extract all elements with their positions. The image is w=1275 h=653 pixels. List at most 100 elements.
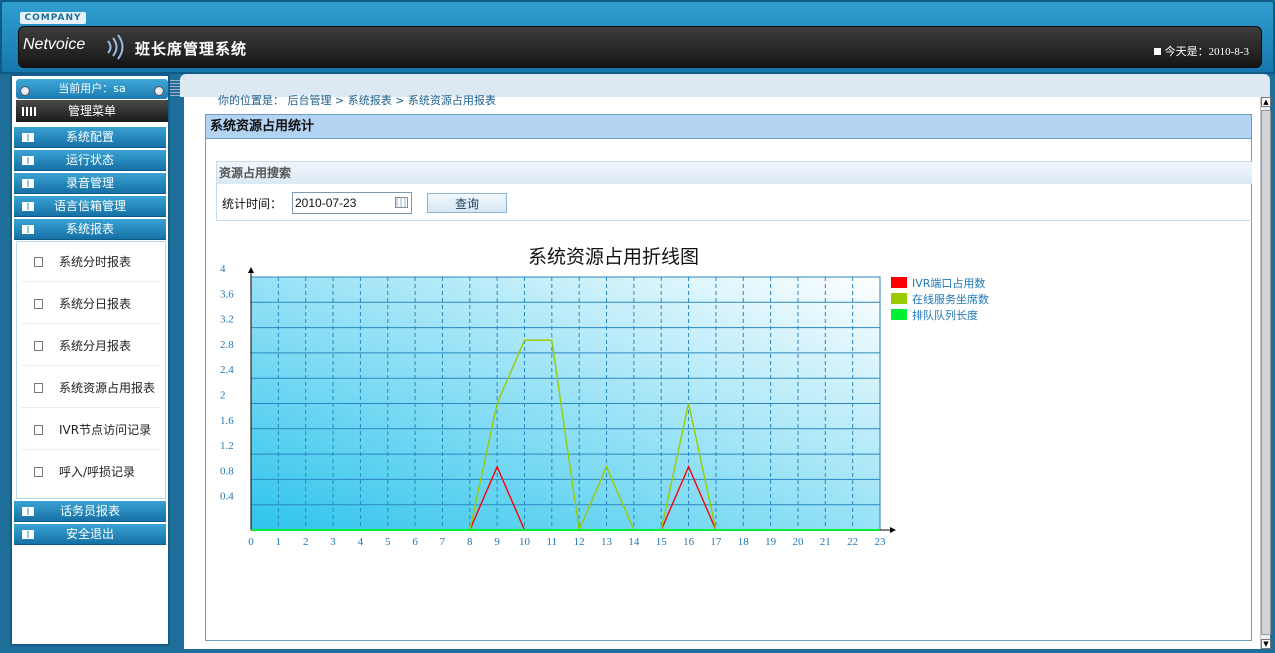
pin-icon bbox=[154, 86, 164, 96]
splitter-handle[interactable] bbox=[170, 80, 180, 98]
scrollbar-thumb[interactable] bbox=[1261, 110, 1271, 635]
page-title: 系统资源占用统计 bbox=[206, 115, 1251, 139]
x-tick-label: 5 bbox=[385, 536, 391, 548]
resource-stats-panel: 系统资源占用统计 资源占用搜索 统计时间： 查询 系统资源占用折线图 0.40.… bbox=[205, 114, 1252, 641]
submenu-item-daily-report[interactable]: 系统分日报表 bbox=[21, 284, 161, 324]
date-field[interactable] bbox=[292, 192, 412, 214]
stat-time-label: 统计时间： bbox=[222, 197, 283, 211]
y-tick-label: 3.6 bbox=[220, 288, 234, 300]
netvoice-logo: Netvoice bbox=[23, 36, 86, 53]
sidebar-item-voicemail[interactable]: 语言信箱管理 bbox=[14, 196, 166, 217]
legend-label: IVR端口占用数 bbox=[912, 276, 985, 290]
title-banner: Netvoice 班长席管理系统 今天是：2010-8-3 bbox=[18, 26, 1262, 68]
sidebar-item-label: 系统配置 bbox=[65, 130, 114, 144]
submenu-item-call-loss-log[interactable]: 呼入/呼损记录 bbox=[21, 452, 161, 492]
document-icon bbox=[34, 383, 43, 393]
submenu-item-ivr-node-log[interactable]: IVR节点访问记录 bbox=[21, 410, 161, 450]
y-tick-label: 1.2 bbox=[220, 440, 234, 452]
sidebar-item-system-config[interactable]: 系统配置 bbox=[14, 127, 166, 148]
document-icon bbox=[34, 299, 43, 309]
x-tick-label: 1 bbox=[276, 536, 282, 548]
today-text: 今天是：2010-8-3 bbox=[1164, 46, 1249, 58]
y-tick-label: 1.6 bbox=[220, 415, 234, 427]
main-area: 你的位置是： 后台管理 > 系统报表 > 系统资源占用报表 系统资源占用统计 资… bbox=[180, 74, 1275, 653]
y-tick-label: 2.4 bbox=[220, 364, 234, 376]
calendar-icon[interactable] bbox=[395, 197, 408, 208]
document-icon bbox=[34, 467, 43, 477]
x-tick-label: 22 bbox=[847, 536, 858, 548]
x-tick-label: 7 bbox=[440, 536, 446, 548]
y-tick-label: 0.8 bbox=[220, 465, 234, 477]
submenu-item-label: 系统分月报表 bbox=[59, 339, 132, 353]
x-tick-label: 19 bbox=[765, 536, 777, 548]
submenu-item-label: IVR节点访问记录 bbox=[59, 423, 152, 437]
submenu-item-hourly-report[interactable]: 系统分时报表 bbox=[21, 242, 161, 282]
x-tick-label: 9 bbox=[494, 536, 500, 548]
company-badge: COMPANY bbox=[20, 12, 86, 24]
x-tick-label: 21 bbox=[820, 536, 831, 548]
search-form: 资源占用搜索 统计时间： 查询 bbox=[216, 161, 1252, 221]
sidebar: 当前用户：sa 管理菜单 系统配置 运行状态 录音管理 语言信箱管理 系统报表 bbox=[0, 74, 180, 653]
document-icon bbox=[34, 425, 43, 435]
x-tick-label: 4 bbox=[358, 536, 364, 548]
legend-swatch bbox=[891, 293, 907, 304]
vertical-scrollbar[interactable]: ▲ ▼ bbox=[1260, 97, 1271, 649]
y-axis-arrow bbox=[248, 267, 254, 273]
pin-icon bbox=[20, 86, 30, 96]
book-icon bbox=[22, 507, 34, 516]
book-icon bbox=[22, 530, 34, 539]
sidebar-item-run-status[interactable]: 运行状态 bbox=[14, 150, 166, 171]
submenu-item-label: 系统分时报表 bbox=[59, 255, 132, 269]
scroll-up-icon[interactable]: ▲ bbox=[1261, 97, 1271, 107]
x-tick-label: 15 bbox=[656, 536, 668, 548]
submenu-item-resource-report[interactable]: 系统资源占用报表 bbox=[21, 368, 161, 408]
y-tick-label: 4 bbox=[220, 263, 226, 275]
legend-swatch bbox=[891, 309, 907, 320]
x-axis-arrow bbox=[890, 527, 896, 533]
y-tick-label: 2.8 bbox=[220, 339, 234, 351]
sidebar-item-label: 运行状态 bbox=[65, 153, 114, 167]
query-button[interactable]: 查询 bbox=[427, 193, 507, 213]
submenu-item-label: 呼入/呼损记录 bbox=[59, 465, 136, 479]
submenu-item-monthly-report[interactable]: 系统分月报表 bbox=[21, 326, 161, 366]
x-tick-label: 3 bbox=[330, 536, 336, 548]
document-icon bbox=[34, 341, 43, 351]
book-icon bbox=[22, 202, 34, 211]
x-tick-label: 12 bbox=[574, 536, 585, 548]
x-tick-label: 10 bbox=[519, 536, 531, 548]
x-tick-label: 2 bbox=[303, 536, 309, 548]
sidebar-item-label: 话务员报表 bbox=[59, 504, 120, 518]
content-frame: 你的位置是： 后台管理 > 系统报表 > 系统资源占用报表 系统资源占用统计 资… bbox=[184, 94, 1271, 649]
sidebar-panel: 当前用户：sa 管理菜单 系统配置 运行状态 录音管理 语言信箱管理 系统报表 bbox=[10, 74, 170, 646]
x-tick-label: 8 bbox=[467, 536, 473, 548]
scroll-down-icon[interactable]: ▼ bbox=[1261, 639, 1271, 649]
report-submenu: 系统分时报表 系统分日报表 系统分月报表 系统资源占用报表 IVR节点访问记录 … bbox=[16, 241, 166, 499]
y-tick-label: 3.2 bbox=[220, 314, 234, 326]
x-tick-label: 20 bbox=[792, 536, 804, 548]
square-bullet-icon bbox=[1153, 48, 1161, 55]
legend-swatch bbox=[891, 277, 907, 288]
sound-waves-icon bbox=[107, 34, 124, 60]
document-icon bbox=[34, 257, 43, 267]
sidebar-item-agent-report[interactable]: 话务员报表 bbox=[14, 501, 166, 522]
x-tick-label: 6 bbox=[412, 536, 418, 548]
book-icon bbox=[22, 179, 34, 188]
x-tick-label: 11 bbox=[547, 536, 558, 548]
submenu-item-label: 系统资源占用报表 bbox=[59, 381, 156, 395]
x-tick-label: 17 bbox=[710, 536, 722, 548]
sidebar-item-logout[interactable]: 安全退出 bbox=[14, 524, 166, 545]
menu-title-label: 管理菜单 bbox=[67, 104, 116, 118]
x-tick-label: 23 bbox=[875, 536, 887, 548]
book-icon bbox=[22, 156, 34, 165]
x-tick-label: 16 bbox=[683, 536, 695, 548]
book-icon bbox=[22, 133, 34, 142]
sidebar-item-system-reports[interactable]: 系统报表 bbox=[14, 219, 166, 240]
x-tick-label: 13 bbox=[601, 536, 613, 548]
sidebar-item-recording[interactable]: 录音管理 bbox=[14, 173, 166, 194]
x-tick-label: 14 bbox=[628, 536, 640, 548]
submenu-item-label: 系统分日报表 bbox=[59, 297, 132, 311]
sidebar-item-label: 安全退出 bbox=[65, 527, 114, 541]
book-icon bbox=[22, 225, 34, 234]
grid-icon bbox=[22, 107, 36, 116]
breadcrumb: 你的位置是： 后台管理 > 系统报表 > 系统资源占用报表 bbox=[218, 94, 496, 107]
